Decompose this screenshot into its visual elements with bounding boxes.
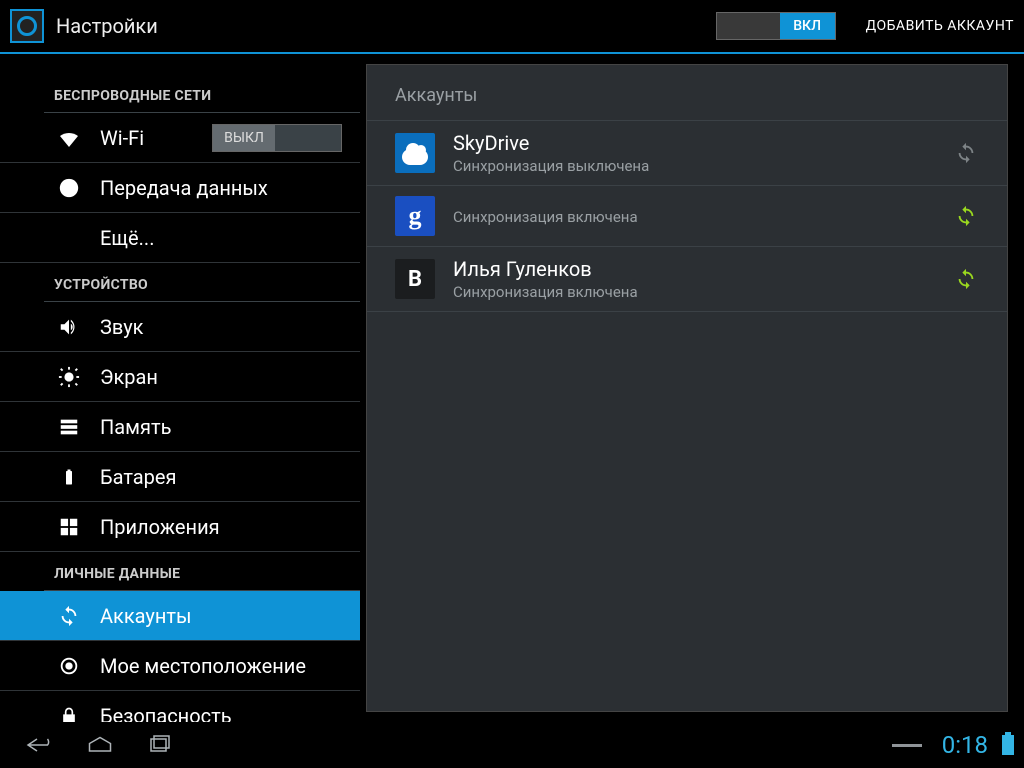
home-button[interactable] — [70, 734, 130, 756]
sidebar-item-label: Ещё... — [100, 226, 154, 250]
sidebar-item-storage[interactable]: Память — [0, 402, 360, 452]
sidebar-item-label: Экран — [100, 365, 158, 389]
account-status: Синхронизация выключена — [453, 157, 649, 175]
actionbar: Настройки ВКЛ ДОБАВИТЬ АККАУНТ — [0, 0, 1024, 54]
sidebar-item-label: Передача данных — [100, 176, 268, 200]
sidebar-item-label: Мое местоположение — [100, 654, 306, 678]
sidebar-item-battery[interactable]: Батарея — [0, 452, 360, 502]
add-account-button[interactable]: ДОБАВИТЬ АККАУНТ — [866, 18, 1014, 34]
sidebar-item-more[interactable]: Ещё... — [0, 213, 360, 263]
display-icon — [56, 364, 82, 390]
section-personal: ЛИЧНЫЕ ДАННЫЕ — [0, 552, 360, 590]
clock[interactable]: 0:18 — [942, 731, 988, 759]
settings-sidebar: БЕСПРОВОДНЫЕ СЕТИ Wi-Fi ВЫКЛ Передача да… — [0, 54, 360, 722]
data-usage-icon — [56, 175, 82, 201]
system-navbar: 0:18 — [0, 722, 1024, 768]
toggle-on-label: ВКЛ — [780, 13, 835, 39]
account-status: Синхронизация включена — [453, 283, 638, 301]
sidebar-item-label: Звук — [100, 315, 143, 339]
account-name: SkyDrive — [453, 131, 649, 155]
content-pane: Аккаунты SkyDrive Синхронизация выключен… — [366, 64, 1008, 712]
sidebar-item-label: Память — [100, 415, 171, 439]
sidebar-item-display[interactable]: Экран — [0, 352, 360, 402]
location-icon — [56, 653, 82, 679]
vk-icon: В — [395, 259, 435, 299]
toggle-off-label: ВЫКЛ — [213, 125, 275, 151]
account-row-google[interactable]: g Синхронизация включена — [367, 186, 1007, 247]
sidebar-item-label: Батарея — [100, 465, 176, 489]
account-name: Илья Гуленков — [453, 257, 638, 281]
content-title: Аккаунты — [367, 65, 1007, 120]
back-button[interactable] — [10, 734, 70, 756]
notification-indicator[interactable] — [892, 744, 922, 747]
google-icon: g — [395, 196, 435, 236]
sidebar-item-label: Безопасность — [100, 704, 232, 723]
sidebar-item-apps[interactable]: Приложения — [0, 502, 360, 552]
section-wireless: БЕСПРОВОДНЫЕ СЕТИ — [0, 74, 360, 112]
sync-status-icon — [953, 266, 979, 292]
wifi-icon — [56, 125, 82, 151]
sidebar-item-label: Аккаунты — [100, 604, 192, 628]
sidebar-item-data-usage[interactable]: Передача данных — [0, 163, 360, 213]
account-row-vk[interactable]: В Илья Гуленков Синхронизация включена — [367, 247, 1007, 312]
sync-status-icon — [953, 203, 979, 229]
sync-status-icon — [953, 140, 979, 166]
sidebar-item-accounts[interactable]: Аккаунты — [0, 591, 360, 641]
sidebar-item-wifi[interactable]: Wi-Fi ВЫКЛ — [0, 113, 360, 163]
sidebar-item-label: Приложения — [100, 515, 220, 539]
battery-indicator-icon[interactable] — [1002, 735, 1014, 755]
sidebar-item-label: Wi-Fi — [100, 126, 144, 150]
app-icon — [10, 9, 44, 43]
apps-icon — [56, 514, 82, 540]
sidebar-item-sound[interactable]: Звук — [0, 302, 360, 352]
recent-apps-button[interactable] — [130, 734, 190, 756]
sync-master-toggle[interactable]: ВКЛ — [716, 12, 836, 40]
section-device: УСТРОЙСТВО — [0, 263, 360, 301]
battery-icon — [56, 464, 82, 490]
storage-icon — [56, 414, 82, 440]
wifi-toggle[interactable]: ВЫКЛ — [212, 124, 342, 152]
skydrive-icon — [395, 133, 435, 173]
account-status: Синхронизация включена — [453, 208, 638, 226]
sound-icon — [56, 314, 82, 340]
page-title: Настройки — [56, 14, 158, 38]
sidebar-item-location[interactable]: Мое местоположение — [0, 641, 360, 691]
sidebar-item-security[interactable]: Безопасность — [0, 691, 360, 722]
sync-icon — [56, 603, 82, 629]
account-row-skydrive[interactable]: SkyDrive Синхронизация выключена — [367, 120, 1007, 186]
lock-icon — [56, 703, 82, 723]
